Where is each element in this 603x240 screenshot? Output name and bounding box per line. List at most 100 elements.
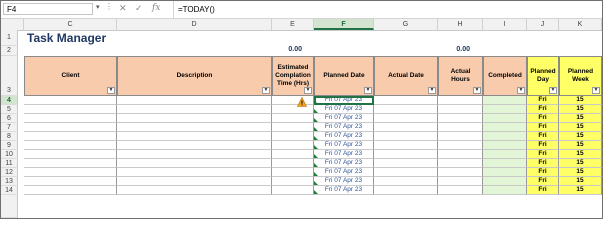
- description-cell[interactable]: [117, 159, 272, 168]
- planned-date-cell[interactable]: Fri 07 Apr 23: [314, 159, 374, 168]
- planned-date-cell[interactable]: Fri 07 Apr 23: [314, 114, 374, 123]
- name-box-dropdown-icon[interactable]: ▾: [96, 3, 100, 11]
- actual-date-cell[interactable]: [374, 141, 438, 150]
- header-description[interactable]: Description ▼: [117, 56, 272, 96]
- active-cell-selection[interactable]: [314, 96, 374, 105]
- completed-cell[interactable]: [483, 186, 527, 195]
- planned-week-cell[interactable]: 15: [559, 96, 602, 105]
- client-cell[interactable]: [24, 132, 117, 141]
- actual-hours-cell[interactable]: [438, 177, 483, 186]
- column-header-e[interactable]: E: [272, 19, 314, 30]
- filter-dropdown-icon[interactable]: ▼: [107, 87, 115, 94]
- actual-date-cell[interactable]: [374, 123, 438, 132]
- actual-date-cell[interactable]: [374, 186, 438, 195]
- client-cell[interactable]: [24, 114, 117, 123]
- planned-week-cell[interactable]: 15: [559, 150, 602, 159]
- estimated-cell[interactable]: [272, 159, 314, 168]
- client-cell[interactable]: [24, 159, 117, 168]
- estimated-cell[interactable]: [272, 186, 314, 195]
- actual-hours-cell[interactable]: [438, 96, 483, 105]
- filter-dropdown-icon[interactable]: ▼: [549, 87, 557, 94]
- estimated-cell[interactable]: [272, 168, 314, 177]
- client-cell[interactable]: [24, 96, 117, 105]
- filter-dropdown-icon[interactable]: ▼: [364, 87, 372, 94]
- completed-cell[interactable]: [483, 123, 527, 132]
- header-planned-day[interactable]: Planned Day ▼: [527, 56, 559, 96]
- actual-hours-cell[interactable]: [438, 150, 483, 159]
- description-cell[interactable]: [117, 141, 272, 150]
- planned-day-cell[interactable]: Fri: [527, 105, 559, 114]
- planned-day-cell[interactable]: Fri: [527, 177, 559, 186]
- actual-hours-cell[interactable]: [438, 123, 483, 132]
- actual-hours-cell[interactable]: [438, 159, 483, 168]
- planned-day-cell[interactable]: Fri: [527, 141, 559, 150]
- estimated-cell[interactable]: [272, 141, 314, 150]
- planned-date-cell[interactable]: Fri 07 Apr 23: [314, 123, 374, 132]
- row-header-2[interactable]: 2: [1, 46, 18, 56]
- completed-cell[interactable]: [483, 141, 527, 150]
- actual-hours-cell[interactable]: [438, 132, 483, 141]
- enter-icon[interactable]: ✓: [135, 3, 143, 14]
- filter-dropdown-icon[interactable]: ▼: [473, 87, 481, 94]
- planned-date-cell[interactable]: Fri 07 Apr 23: [314, 141, 374, 150]
- planned-day-cell[interactable]: Fri: [527, 168, 559, 177]
- header-estimated-time[interactable]: Estimated Complation Time (Hrs) ▼: [272, 56, 314, 96]
- filter-dropdown-icon[interactable]: ▼: [262, 87, 270, 94]
- completed-cell[interactable]: [483, 159, 527, 168]
- client-cell[interactable]: [24, 177, 117, 186]
- planned-week-cell[interactable]: 15: [559, 123, 602, 132]
- estimated-cell[interactable]: [272, 177, 314, 186]
- client-cell[interactable]: [24, 141, 117, 150]
- estimated-cell[interactable]: [272, 96, 314, 105]
- header-actual-date[interactable]: Actual Date ▼: [374, 56, 438, 96]
- estimated-cell[interactable]: [272, 105, 314, 114]
- actual-hours-cell[interactable]: [438, 186, 483, 195]
- completed-cell[interactable]: [483, 105, 527, 114]
- formula-input[interactable]: =TODAY(): [173, 1, 602, 18]
- client-cell[interactable]: [24, 150, 117, 159]
- column-header-c[interactable]: C: [24, 19, 117, 30]
- planned-date-cell[interactable]: Fri 07 Apr 23: [314, 105, 374, 114]
- column-header-f[interactable]: F: [314, 19, 374, 30]
- estimated-cell[interactable]: [272, 114, 314, 123]
- planned-week-cell[interactable]: 15: [559, 186, 602, 195]
- completed-cell[interactable]: [483, 96, 527, 105]
- description-cell[interactable]: [117, 114, 272, 123]
- total-actual-hours[interactable]: 0.00: [438, 46, 470, 53]
- filter-dropdown-icon[interactable]: ▼: [304, 87, 312, 94]
- actual-date-cell[interactable]: [374, 150, 438, 159]
- header-planned-date[interactable]: Planned Date ▼: [314, 56, 374, 96]
- planned-day-cell[interactable]: Fri: [527, 123, 559, 132]
- client-cell[interactable]: [24, 123, 117, 132]
- planned-day-cell[interactable]: Fri: [527, 114, 559, 123]
- actual-hours-cell[interactable]: [438, 168, 483, 177]
- planned-week-cell[interactable]: 15: [559, 177, 602, 186]
- planned-week-cell[interactable]: 15: [559, 141, 602, 150]
- actual-date-cell[interactable]: [374, 114, 438, 123]
- description-cell[interactable]: [117, 150, 272, 159]
- planned-date-cell[interactable]: Fri 07 Apr 23: [314, 186, 374, 195]
- estimated-cell[interactable]: [272, 150, 314, 159]
- column-header-d[interactable]: D: [117, 19, 272, 30]
- filter-dropdown-icon[interactable]: ▼: [592, 87, 600, 94]
- insert-function-icon[interactable]: fx: [152, 3, 160, 13]
- column-header-g[interactable]: G: [374, 19, 438, 30]
- actual-date-cell[interactable]: [374, 132, 438, 141]
- header-client[interactable]: Client ▼: [24, 56, 117, 96]
- cancel-icon[interactable]: ✕: [119, 3, 127, 14]
- actual-hours-cell[interactable]: [438, 105, 483, 114]
- planned-day-cell[interactable]: Fri: [527, 96, 559, 105]
- column-header-k[interactable]: K: [559, 19, 602, 30]
- description-cell[interactable]: [117, 177, 272, 186]
- planned-date-cell[interactable]: Fri 07 Apr 23: [314, 177, 374, 186]
- description-cell[interactable]: [117, 168, 272, 177]
- description-cell[interactable]: [117, 123, 272, 132]
- actual-date-cell[interactable]: [374, 159, 438, 168]
- completed-cell[interactable]: [483, 132, 527, 141]
- row-header-3[interactable]: 3: [1, 56, 18, 96]
- planned-week-cell[interactable]: 15: [559, 132, 602, 141]
- header-planned-week[interactable]: Planned Week ▼: [559, 56, 602, 96]
- completed-cell[interactable]: [483, 168, 527, 177]
- client-cell[interactable]: [24, 186, 117, 195]
- planned-day-cell[interactable]: Fri: [527, 186, 559, 195]
